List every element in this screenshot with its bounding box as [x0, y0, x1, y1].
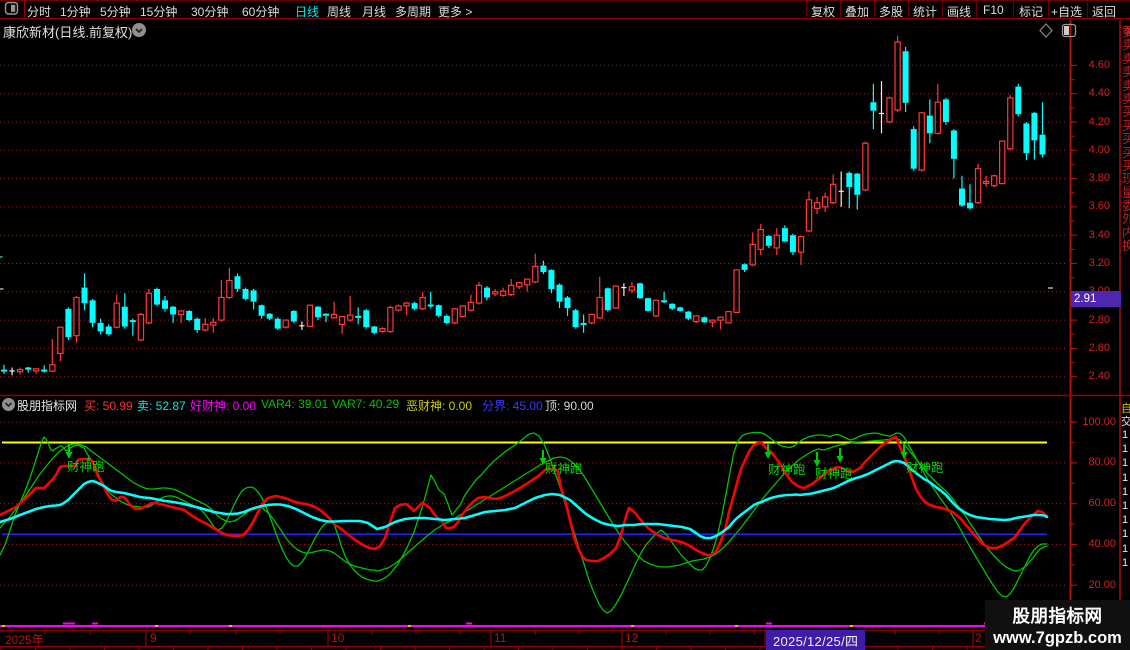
svg-text:财神跑: 财神跑 [906, 461, 944, 475]
svg-text:财神跑: 财神跑 [815, 467, 853, 481]
svg-text:财神跑: 财神跑 [768, 463, 806, 477]
svg-text:财神跑: 财神跑 [67, 460, 105, 474]
svg-text:财神跑: 财神跑 [545, 462, 583, 476]
